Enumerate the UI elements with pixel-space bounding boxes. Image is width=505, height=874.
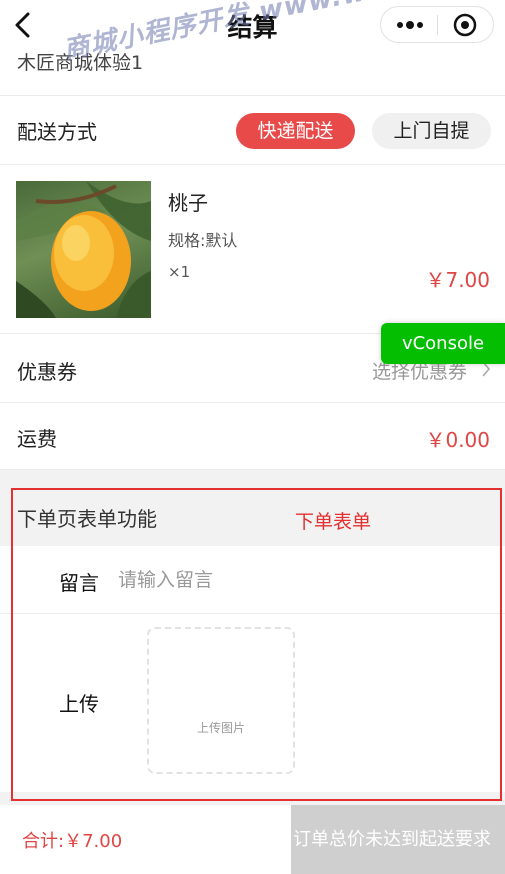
product-item: 桃子 规格:默认 ×1 ￥7.00 [0, 165, 505, 334]
product-quantity: ×1 [168, 263, 191, 281]
vconsole-button[interactable]: vConsole [381, 323, 505, 364]
capsule-divider [437, 15, 438, 35]
self-pickup-button[interactable]: 上门自提 [372, 113, 491, 149]
delivery-label: 配送方式 [17, 120, 97, 144]
checkout-bar: 合计:￥7.00 订单总价未达到起送要求 [0, 805, 505, 874]
shipping-label: 运费 [17, 427, 57, 451]
shipping-value: ￥0.00 [425, 428, 490, 452]
submit-order-button[interactable]: 订单总价未达到起送要求 [291, 805, 505, 874]
product-spec: 规格:默认 [168, 231, 238, 250]
product-image [16, 181, 151, 318]
mini-program-capsule [380, 6, 494, 43]
delivery-method-row: 配送方式 快递配送 上门自提 [0, 96, 505, 165]
express-delivery-button[interactable]: 快递配送 [236, 113, 355, 149]
order-total: 合计:￥7.00 [22, 831, 123, 852]
product-name: 桃子 [168, 191, 208, 215]
more-icon[interactable] [395, 18, 425, 32]
product-price: ￥7.00 [425, 268, 490, 292]
shipping-fee-row: 运费 ￥0.00 [0, 403, 505, 470]
coupon-label: 优惠券 [17, 360, 77, 384]
peach-illustration [16, 181, 151, 318]
form-highlight-frame [11, 488, 502, 801]
close-mini-program-icon[interactable] [453, 13, 477, 37]
